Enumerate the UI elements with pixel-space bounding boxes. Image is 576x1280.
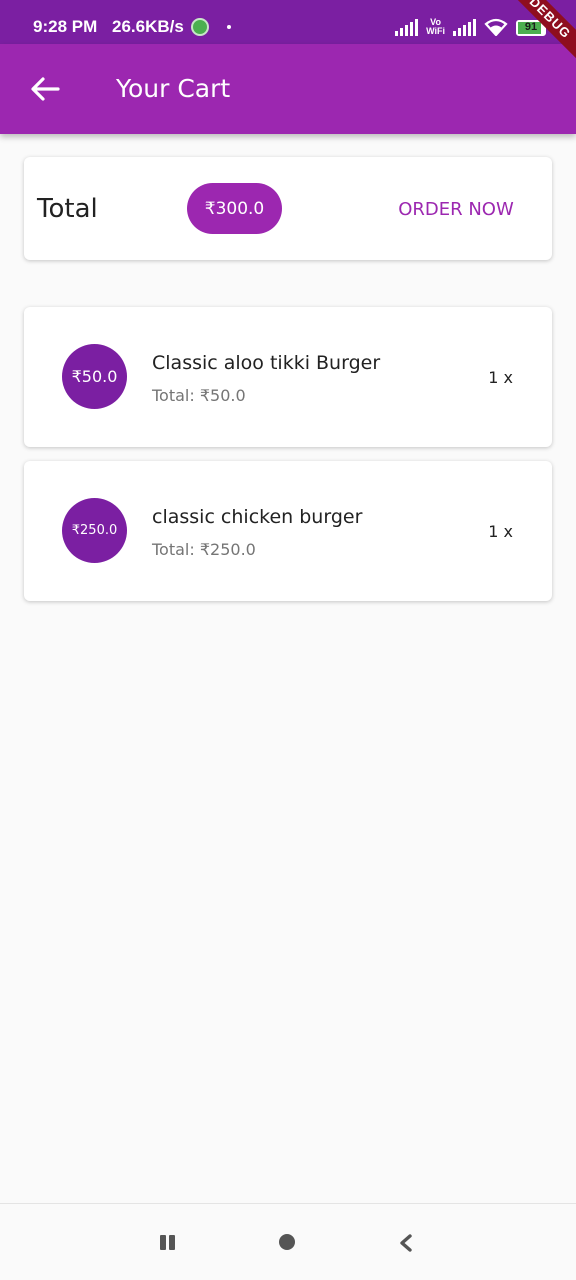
page-title: Your Cart [116,74,231,103]
item-price-avatar: ₹250.0 [62,498,127,563]
recents-icon[interactable] [160,1235,176,1250]
total-label: Total [37,194,98,224]
cart-item: ₹50.0 Classic aloo tikki Burger Total: ₹… [24,307,552,447]
item-quantity: 1 x [488,368,513,387]
item-name: classic chicken burger [152,506,363,528]
item-quantity: 1 x [488,522,513,541]
item-subtotal: Total: ₹250.0 [152,540,256,559]
order-now-button[interactable]: ORDER NOW [384,185,528,233]
notification-dot-icon [227,25,231,29]
item-price-avatar: ₹50.0 [62,344,127,409]
status-icons: Vo WiFi 91 [395,14,546,36]
arrow-back-icon[interactable] [28,74,62,104]
back-icon[interactable] [398,1233,414,1253]
status-time: 9:28 PM [33,17,98,36]
signal-icon [395,18,419,36]
item-name: Classic aloo tikki Burger [152,352,381,374]
vowifi-icon: Vo WiFi [426,18,445,36]
cart-item: ₹250.0 classic chicken burger Total: ₹25… [24,461,552,601]
system-nav-bar [0,1203,576,1280]
app-bar: Your Cart [0,44,576,134]
network-speed: 26.6KB/s [112,17,184,36]
total-amount-chip: ₹300.0 [187,183,282,234]
vowifi-label-bottom: WiFi [426,26,445,36]
emoji-notification-icon [191,18,209,36]
total-summary-card: Total ₹300.0 ORDER NOW [24,157,552,260]
item-subtotal: Total: ₹50.0 [152,386,246,405]
wifi-icon [484,18,508,36]
status-bar: 9:28 PM 26.6KB/s Vo WiFi 91 [0,0,576,44]
signal-icon-secondary [453,18,476,36]
home-icon[interactable] [279,1234,295,1250]
